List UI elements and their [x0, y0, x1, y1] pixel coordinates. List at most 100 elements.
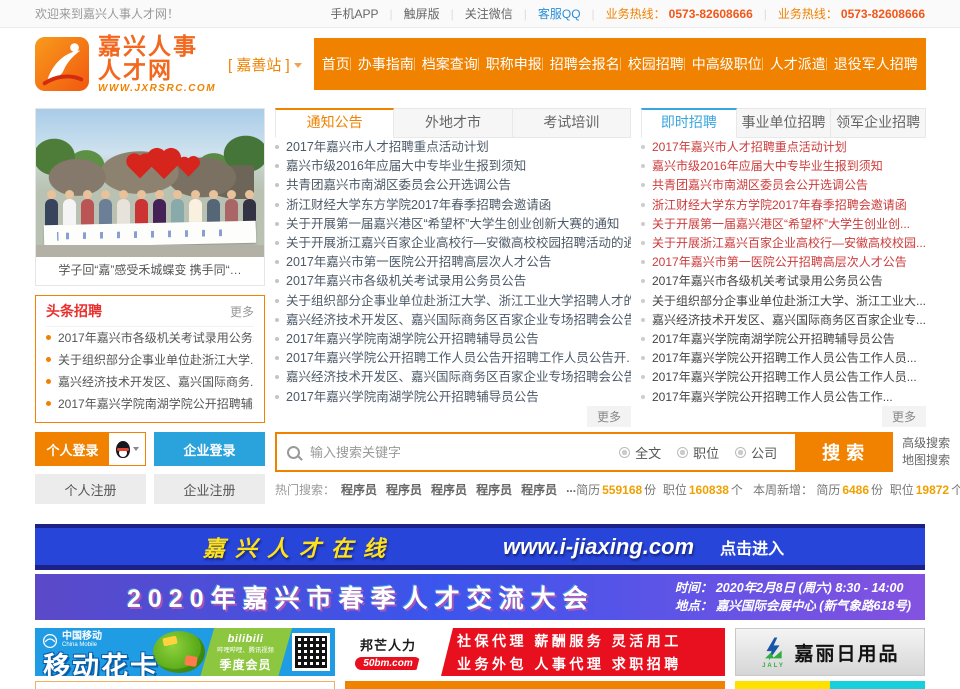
list-item[interactable]: 关于组织部分企事业单位赴浙江大学、浙江工业大学招聘人才的...: [275, 292, 631, 311]
list-item[interactable]: 2017年嘉兴学院南湖学院公开招聘辅...: [46, 393, 254, 415]
scope-position[interactable]: 职位: [677, 443, 719, 462]
list-item[interactable]: 嘉兴经济技术开发区、嘉兴国际商务区百家企业专场招聘会公告: [275, 311, 631, 330]
list-item[interactable]: 2017年嘉兴市人才招聘重点活动计划: [641, 138, 926, 157]
mobile-app-link[interactable]: 手机APP: [330, 5, 378, 22]
hot-term-link[interactable]: 程序员: [476, 481, 512, 498]
list-item[interactable]: 2017年嘉兴学院公开招聘工作人员公告工作...: [641, 388, 926, 407]
list-item[interactable]: 2017年嘉兴市第一医院公开招聘高层次人才公告: [275, 253, 631, 272]
radio-icon: [735, 447, 746, 458]
list-item[interactable]: 关于开展第一届嘉兴港区“希望杯”大学生创业创...: [641, 215, 926, 234]
list-item[interactable]: 嘉兴经济技术开发区、嘉兴国际商务区百家企业专...: [641, 311, 926, 330]
company-login-button[interactable]: 企业登录: [154, 432, 265, 466]
list-item[interactable]: 关于组织部分企事业单位赴浙江大学...: [46, 349, 254, 371]
list-item[interactable]: 2017年嘉兴学院公开招聘工作人员公告工作人员...: [641, 349, 926, 368]
jobs-more-link[interactable]: 更多: [882, 406, 926, 427]
hot-term-link[interactable]: ...: [566, 481, 576, 498]
list-item[interactable]: 2017年嘉兴市第一医院公开招聘高层次人才公告: [641, 253, 926, 272]
list-item[interactable]: 关于组织部分企事业单位赴浙江大学、浙江工业大...: [641, 292, 926, 311]
site-stats: 简历559168份 职位160838个 本周新增： 简历6486份 职位1987…: [576, 481, 960, 498]
list-item[interactable]: 嘉兴市级2016年应届大中专毕业生报到须知: [641, 157, 926, 176]
nav-item[interactable]: 招聘会报名: [546, 54, 624, 74]
bangmang-hr-ad[interactable]: 邦芒人力 50bm.com 社保代理 薪酬服务 灵活用工 业务外包 人事代理 求…: [345, 628, 725, 676]
station-selector[interactable]: [ 嘉善站 ]: [228, 54, 302, 75]
radio-icon: [619, 447, 630, 458]
scope-company[interactable]: 公司: [735, 443, 777, 462]
headline-jobs-list: 2017年嘉兴市各级机关考试录用公务...关于组织部分企事业单位赴浙江大学...…: [46, 327, 254, 415]
job-fair-banner[interactable]: 2020年嘉兴市春季人才交流大会 时间： 2020年2月8日 (周六) 8:30…: [35, 574, 925, 620]
partial-ad-strip[interactable]: [345, 681, 725, 689]
touch-version-link[interactable]: 触屏版: [404, 5, 440, 22]
list-item[interactable]: 共青团嘉兴市南湖区委员会公开选调公告: [641, 176, 926, 195]
tab-instant-jobs[interactable]: 即时招聘: [641, 108, 737, 138]
hot-term-link[interactable]: 程序员: [521, 481, 557, 498]
partial-ad-strip[interactable]: [735, 681, 925, 689]
news-carousel[interactable]: 学子回“嘉”感受禾城蝶变 携手同“…: [35, 108, 265, 286]
search-meta-row: 热门搜索： 程序员程序员程序员程序员程序员... 简历559168份 职位160…: [275, 481, 960, 498]
wechat-link[interactable]: 关注微信: [465, 5, 513, 22]
company-register-button[interactable]: 企业注册: [154, 474, 265, 504]
list-item[interactable]: 2017年嘉兴学院公开招聘工作人员公告开招聘工作人员公告开...: [275, 349, 631, 368]
list-item[interactable]: 嘉兴经济技术开发区、嘉兴国际商务区百家企业专场招聘会公告: [275, 368, 631, 387]
notices-more-link[interactable]: 更多: [587, 406, 631, 427]
search-scopes: 全文 职位 公司: [619, 443, 777, 462]
list-item[interactable]: 2017年嘉兴学院南湖学院公开招聘辅导员公告: [641, 330, 926, 349]
list-item[interactable]: 2017年嘉兴学院南湖学院公开招聘辅导员公告: [275, 388, 631, 407]
headline-more-link[interactable]: 更多: [230, 303, 254, 320]
list-item[interactable]: 关于开展浙江嘉兴百家企业高校行—安徽高校校园...: [641, 234, 926, 253]
list-item[interactable]: 关于开展浙江嘉兴百家企业高校行—安徽高校校园招聘活动的通...: [275, 234, 631, 253]
list-item[interactable]: 共青团嘉兴市南湖区委员会公开选调公告: [275, 176, 631, 195]
list-item[interactable]: 浙江财经大学东方学院2017年春季招聘会邀请函: [641, 196, 926, 215]
tab-exam-training[interactable]: 考试培训: [513, 108, 631, 138]
list-item[interactable]: 2017年嘉兴市人才招聘重点活动计划: [275, 138, 631, 157]
tab-leading-company-jobs[interactable]: 领军企业招聘: [831, 108, 926, 138]
bangmang-logo-block: 邦芒人力 50bm.com: [345, 628, 431, 676]
tab-notices[interactable]: 通知公告: [275, 108, 394, 138]
bangmang-brand: 邦芒人力: [360, 635, 416, 654]
carousel-caption[interactable]: 学子回“嘉”感受禾城蝶变 携手同“…: [36, 257, 264, 285]
jaly-ad[interactable]: JALY 嘉丽日用品: [735, 628, 925, 676]
list-item[interactable]: 2017年嘉兴学院南湖学院公开招聘辅导员公告: [275, 330, 631, 349]
list-item[interactable]: 2017年嘉兴市各级机关考试录用公务员公告: [641, 272, 926, 291]
nav-item[interactable]: 职称申报: [482, 54, 546, 74]
talent-online-banner[interactable]: 嘉兴人才在线 www.i-jiaxing.com 点击进入: [35, 524, 925, 570]
job-count: 160838: [689, 483, 729, 497]
china-mobile-ad[interactable]: 中国移动 China Mobile bilibili 哔哩哔哩、腾讯视频 季度会…: [35, 628, 335, 676]
advanced-search-link[interactable]: 高级搜索: [902, 435, 960, 452]
nav-item[interactable]: 档案查询: [418, 54, 482, 74]
search-button[interactable]: 搜索: [795, 434, 891, 470]
nav-item[interactable]: 办事指南: [354, 54, 418, 74]
personal-login-button[interactable]: 个人登录: [36, 433, 109, 465]
list-item[interactable]: 浙江财经大学东方学院2017年春季招聘会邀请函: [275, 196, 631, 215]
list-item[interactable]: 2017年嘉兴市各级机关考试录用公务...: [46, 327, 254, 349]
personal-register-button[interactable]: 个人注册: [35, 474, 146, 504]
job-fair-title: 2020年嘉兴市春季人才交流大会: [127, 579, 595, 615]
scope-fulltext[interactable]: 全文: [619, 443, 661, 462]
search-input[interactable]: [308, 444, 619, 461]
hot-search-terms: 程序员程序员程序员程序员程序员...: [341, 481, 576, 498]
nav-item[interactable]: 中高级职位: [688, 54, 766, 74]
headline-jobs-panel: 头条招聘 更多 2017年嘉兴市各级机关考试录用公务...关于组织部分企事业单位…: [35, 295, 265, 423]
list-item[interactable]: 关于开展第一届嘉兴港区“希望杯”大学生创业创新大赛的通知: [275, 215, 631, 234]
hot-term-link[interactable]: 程序员: [341, 481, 377, 498]
list-item[interactable]: 2017年嘉兴学院公开招聘工作人员公告工作人员...: [641, 368, 926, 387]
nav-item[interactable]: 首页: [318, 54, 354, 74]
nav-item[interactable]: 退役军人招聘: [830, 54, 922, 74]
list-item[interactable]: 嘉兴经济技术开发区、嘉兴国际商务...: [46, 371, 254, 393]
weekly-job-count: 19872: [916, 483, 949, 497]
jobs-column: 即时招聘 事业单位招聘 领军企业招聘 2017年嘉兴市人才招聘重点活动计划嘉兴市…: [641, 108, 926, 425]
hot-term-link[interactable]: 程序员: [431, 481, 467, 498]
nav-item[interactable]: 人才派遣: [766, 54, 830, 74]
main-nav: 首页办事指南档案查询职称申报招聘会报名校园招聘中高级职位人才派遣退役军人招聘: [314, 38, 926, 90]
partial-ad-strip[interactable]: [35, 681, 335, 689]
bangmang-url: 50bm.com: [355, 657, 420, 670]
map-search-link[interactable]: 地图搜索: [902, 452, 960, 469]
hot-term-link[interactable]: 程序员: [386, 481, 422, 498]
list-item[interactable]: 2017年嘉兴市各级机关考试录用公务员公告: [275, 272, 631, 291]
nav-item[interactable]: 校园招聘: [624, 54, 688, 74]
notices-list: 2017年嘉兴市人才招聘重点活动计划嘉兴市级2016年应届大中专毕业生报到须知共…: [275, 138, 631, 407]
tab-public-institution-jobs[interactable]: 事业单位招聘: [737, 108, 832, 138]
qq-login-dropdown[interactable]: [109, 433, 145, 465]
list-item[interactable]: 嘉兴市级2016年应届大中专毕业生报到须知: [275, 157, 631, 176]
tab-outside-market[interactable]: 外地才市: [394, 108, 512, 138]
qq-service-link[interactable]: 客服QQ: [538, 5, 581, 22]
